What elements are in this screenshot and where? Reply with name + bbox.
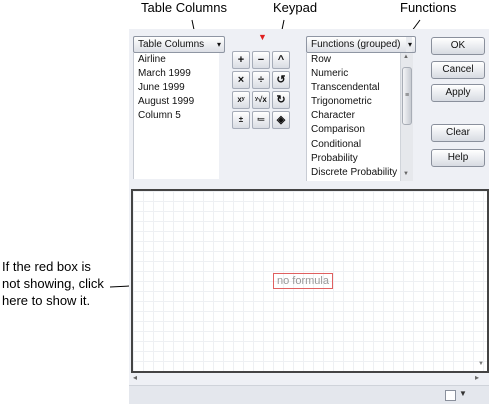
scroll-down-icon[interactable]: ▼ (403, 171, 409, 177)
peel-icon[interactable]: ◈ (272, 111, 290, 129)
list-item[interactable]: Conditional (307, 138, 401, 152)
editor-vscroll-down-icon[interactable]: ▼ (478, 361, 484, 367)
list-item[interactable]: Comparison (307, 123, 401, 137)
functions-dropdown[interactable]: Functions (grouped) ▾ (306, 36, 416, 53)
checkbox-icon[interactable] (445, 390, 456, 401)
table-columns-list[interactable]: Airline March 1999 June 1999 August 1999… (133, 53, 219, 179)
list-item[interactable]: Airline (134, 53, 219, 67)
menu-chevron-down-icon[interactable]: ▼ (459, 389, 467, 398)
list-item[interactable]: March 1999 (134, 67, 219, 81)
callout-note-line: not showing, click (2, 276, 104, 291)
scroll-up-icon[interactable]: ▲ (403, 54, 409, 60)
chevron-down-icon: ▾ (216, 40, 221, 49)
list-item[interactable]: Row (307, 53, 401, 67)
swap-icon[interactable]: ↻ (272, 91, 290, 109)
list-item[interactable]: June 1999 (134, 81, 219, 95)
multiply-key[interactable]: × (232, 71, 250, 89)
formula-editor-area[interactable]: no formula (131, 189, 489, 373)
callout-note-line: If the red box is (2, 259, 91, 274)
divide-key[interactable]: ÷ (252, 71, 270, 89)
list-item[interactable]: August 1999 (134, 95, 219, 109)
caret-key[interactable]: ^ (272, 51, 290, 69)
red-indicator-icon[interactable]: ▼ (258, 32, 267, 42)
editor-hscrollbar[interactable]: ◂ ▸ (131, 372, 487, 384)
power-key[interactable]: xʸ (232, 91, 250, 109)
chevron-down-icon: ▾ (405, 37, 412, 52)
formula-red-box[interactable]: no formula (273, 273, 333, 289)
clear-button[interactable]: Clear (431, 124, 485, 142)
list-item[interactable]: Probability (307, 152, 401, 166)
plus-key[interactable]: + (232, 51, 250, 69)
functions-dropdown-label: Functions (grouped) (311, 39, 401, 50)
callout-note: If the red box is not showing, click her… (2, 258, 104, 309)
functions-list[interactable]: Row Numeric Transcendental Trigonometric… (306, 53, 401, 181)
root-key[interactable]: ʸ√x (252, 91, 270, 109)
functions-scrollbar[interactable]: ▲ ≡ ▼ (400, 53, 413, 181)
help-button[interactable]: Help (431, 149, 485, 167)
keypad: + − ^ × ÷ ↺ xʸ ʸ√x ↻ ± ≔ ◈ (232, 51, 296, 131)
apply-button[interactable]: Apply (431, 84, 485, 102)
scroll-left-icon[interactable]: ◂ (133, 373, 137, 382)
list-item[interactable]: Column 5 (134, 109, 219, 123)
list-item[interactable]: Character (307, 109, 401, 123)
callout-functions: Functions (400, 0, 457, 15)
status-bar: ▼ (129, 385, 489, 404)
formula-editor-dialog: Table Columns ▾ Airline March 1999 June … (129, 29, 489, 404)
table-columns-dropdown-label: Table Columns (138, 39, 205, 50)
scroll-right-icon[interactable]: ▸ (475, 373, 479, 382)
callout-table-columns: Table Columns (141, 0, 227, 15)
cancel-button[interactable]: Cancel (431, 61, 485, 79)
ok-button[interactable]: OK (431, 37, 485, 55)
list-item[interactable]: Transcendental (307, 81, 401, 95)
list-item[interactable]: Trigonometric (307, 95, 401, 109)
plus-minus-key[interactable]: ± (232, 111, 250, 129)
scroll-thumb[interactable]: ≡ (402, 67, 412, 125)
callout-keypad: Keypad (273, 0, 318, 15)
undo-icon[interactable]: ↺ (272, 71, 290, 89)
list-item[interactable]: Discrete Probability (307, 166, 401, 180)
minus-key[interactable]: − (252, 51, 270, 69)
callout-note-line: here to show it. (2, 293, 91, 308)
list-item[interactable]: Numeric (307, 67, 401, 81)
table-columns-dropdown[interactable]: Table Columns ▾ (133, 36, 225, 53)
assign-key[interactable]: ≔ (252, 111, 270, 129)
